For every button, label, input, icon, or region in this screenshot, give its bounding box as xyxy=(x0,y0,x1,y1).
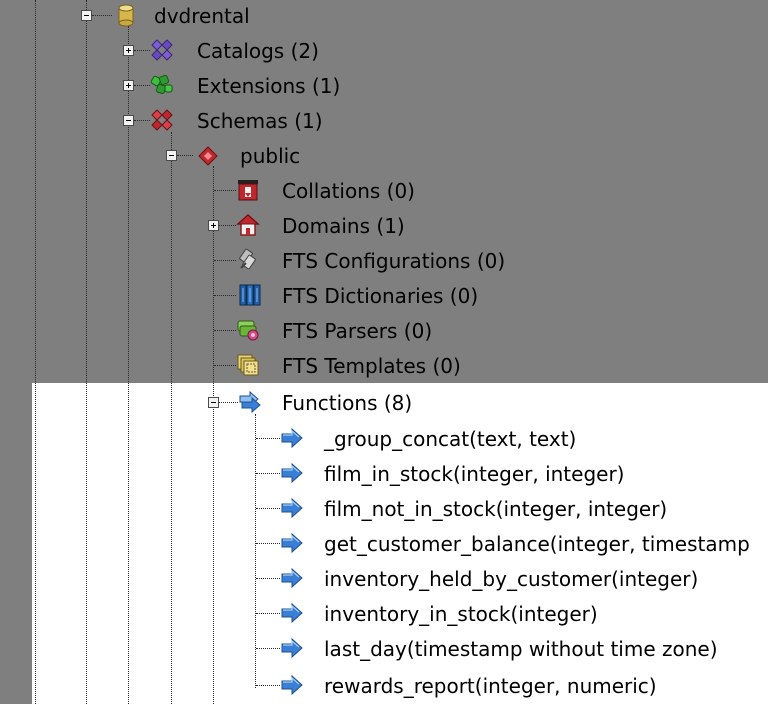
tree-connector xyxy=(134,85,150,86)
tree-row-schema-public[interactable]: public xyxy=(0,139,768,174)
tree-row-functions[interactable]: Functions (8) xyxy=(0,386,768,421)
tree-label-functions[interactable]: Functions (8) xyxy=(282,390,412,416)
tree-label-schemas[interactable]: Schemas (1) xyxy=(197,108,323,134)
function-item[interactable]: film_in_stock(integer, integer) xyxy=(0,457,768,492)
function-item[interactable]: get_customer_balance(integer, timestamp xyxy=(0,527,768,562)
tree-row-domains[interactable]: Domains (1) xyxy=(0,209,768,244)
function-item-label[interactable]: inventory_in_stock(integer) xyxy=(324,601,598,627)
function-item[interactable]: rewards_report(integer, numeric) xyxy=(0,667,768,704)
tree-label-catalogs[interactable]: Catalogs (2) xyxy=(197,38,319,64)
tree-connector xyxy=(134,50,150,51)
tree-row-fts-templates[interactable]: FTS Templates (0) xyxy=(0,349,768,384)
function-item-label[interactable]: last_day(timestamp without time zone) xyxy=(324,636,718,662)
tree-row-database[interactable]: dvdrental xyxy=(0,0,768,35)
collapse-toggle-public[interactable] xyxy=(166,150,177,161)
tree-row-fts-dictionaries[interactable]: FTS Dictionaries (0) xyxy=(0,279,768,314)
tree-connector xyxy=(214,190,236,191)
collapse-toggle-functions[interactable] xyxy=(208,397,219,408)
tree-connector xyxy=(256,685,280,686)
fts-configurations-icon xyxy=(236,248,260,272)
tree-label-fts-configurations[interactable]: FTS Configurations (0) xyxy=(282,248,505,274)
tree-label-fts-parsers[interactable]: FTS Parsers (0) xyxy=(282,318,432,344)
tree-connector xyxy=(214,295,236,296)
tree-connector xyxy=(214,260,236,261)
tree-connector xyxy=(92,15,112,16)
domains-icon xyxy=(236,213,260,237)
object-browser-tree: dvdrental Catalogs (2) Extensions (1) Sc… xyxy=(0,0,768,704)
function-item[interactable]: inventory_in_stock(integer) xyxy=(0,597,768,632)
tree-label-database[interactable]: dvdrental xyxy=(154,3,250,29)
function-icon xyxy=(280,461,304,485)
function-item[interactable]: last_day(timestamp without time zone) xyxy=(0,632,768,667)
tree-connector xyxy=(214,330,236,331)
tree-row-extensions[interactable]: Extensions (1) xyxy=(0,69,768,104)
function-icon xyxy=(280,673,304,697)
tree-connector xyxy=(219,225,236,226)
function-item-label[interactable]: rewards_report(integer, numeric) xyxy=(324,673,657,699)
tree-label-fts-dictionaries[interactable]: FTS Dictionaries (0) xyxy=(282,283,478,309)
collapse-toggle-database[interactable] xyxy=(81,10,92,21)
function-item[interactable]: inventory_held_by_customer(integer) xyxy=(0,562,768,597)
function-icon xyxy=(280,496,304,520)
expand-toggle-domains[interactable] xyxy=(208,220,219,231)
function-item-label[interactable]: _group_concat(text, text) xyxy=(324,426,576,452)
function-item-label[interactable]: inventory_held_by_customer(integer) xyxy=(324,566,698,592)
collations-icon xyxy=(236,178,260,202)
tree-connector xyxy=(256,613,280,614)
function-item[interactable]: film_not_in_stock(integer, integer) xyxy=(0,492,768,527)
tree-connector xyxy=(214,365,236,366)
tree-row-fts-configurations[interactable]: FTS Configurations (0) xyxy=(0,244,768,279)
tree-row-fts-parsers[interactable]: FTS Parsers (0) xyxy=(0,314,768,349)
tree-row-collations[interactable]: Collations (0) xyxy=(0,174,768,209)
expand-toggle-extensions[interactable] xyxy=(123,80,134,91)
function-item[interactable]: _group_concat(text, text) xyxy=(0,422,768,457)
function-icon xyxy=(280,601,304,625)
tree-connector xyxy=(256,543,280,544)
extensions-icon xyxy=(150,73,174,97)
fts-parsers-icon xyxy=(236,318,260,342)
database-icon xyxy=(114,3,138,27)
tree-connector xyxy=(177,155,193,156)
tree-connector xyxy=(256,473,280,474)
tree-label-collations[interactable]: Collations (0) xyxy=(282,178,415,204)
functions-icon xyxy=(238,390,262,414)
function-item-label[interactable]: get_customer_balance(integer, timestamp xyxy=(324,531,750,557)
collapse-toggle-schemas[interactable] xyxy=(123,115,134,126)
catalogs-icon xyxy=(150,38,174,62)
tree-label-domains[interactable]: Domains (1) xyxy=(282,213,405,239)
tree-connector xyxy=(219,402,238,403)
function-icon xyxy=(280,531,304,555)
tree-connector xyxy=(256,578,280,579)
tree-label-fts-templates[interactable]: FTS Templates (0) xyxy=(282,353,461,379)
tree-connector xyxy=(256,438,280,439)
fts-templates-icon xyxy=(236,353,260,377)
tree-label-extensions[interactable]: Extensions (1) xyxy=(197,73,340,99)
fts-dictionaries-icon xyxy=(238,283,262,307)
tree-connector xyxy=(134,120,150,121)
function-icon xyxy=(280,566,304,590)
tree-connector xyxy=(256,508,280,509)
tree-row-catalogs[interactable]: Catalogs (2) xyxy=(0,34,768,69)
function-icon xyxy=(280,636,304,660)
expand-toggle-catalogs[interactable] xyxy=(123,45,134,56)
function-icon xyxy=(280,426,304,450)
tree-row-schemas[interactable]: Schemas (1) xyxy=(0,104,768,139)
schemas-icon xyxy=(150,108,174,132)
function-item-label[interactable]: film_not_in_stock(integer, integer) xyxy=(324,496,667,522)
schema-icon xyxy=(196,144,220,168)
tree-connector xyxy=(256,648,280,649)
tree-label-public[interactable]: public xyxy=(240,143,300,169)
function-item-label[interactable]: film_in_stock(integer, integer) xyxy=(324,461,624,487)
